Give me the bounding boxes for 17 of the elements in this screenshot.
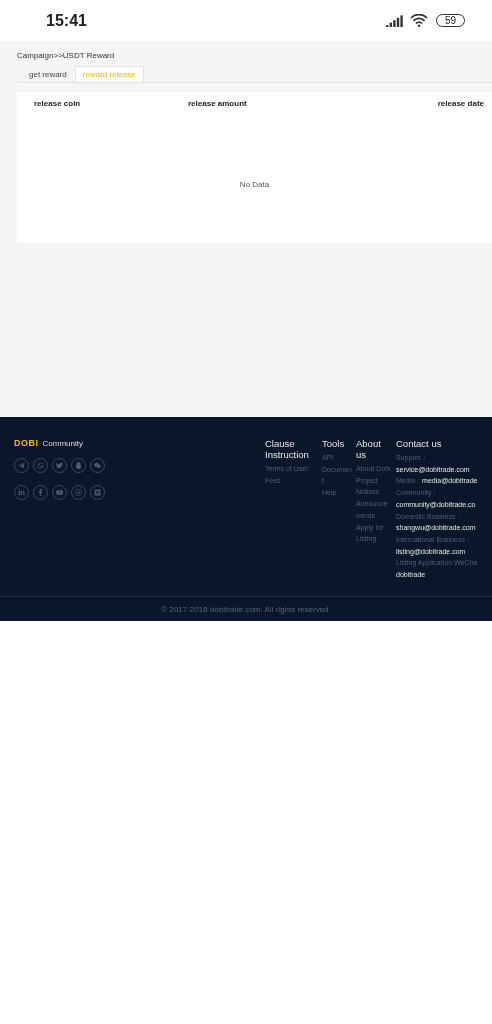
tab[interactable]: get reward — [21, 66, 75, 82]
footer-heading: Contact us — [396, 438, 443, 449]
clock-time: 15:41 — [46, 11, 88, 30]
signal-icon — [385, 14, 404, 27]
wifi-icon — [409, 14, 428, 27]
column-header: release date — [437, 99, 484, 108]
column-header: release amount — [188, 99, 248, 108]
breadcrumb[interactable]: Campaign>>USDT Reward — [17, 51, 115, 60]
logo: DOBI — [14, 438, 39, 448]
logo-caption: Community — [42, 438, 83, 448]
column-header: release coin — [34, 99, 82, 108]
footer-heading: Tools — [322, 438, 346, 449]
empty-message: No Data — [239, 180, 270, 189]
tab[interactable]: reward release — [74, 66, 144, 82]
footer-heading: About us — [356, 438, 382, 460]
copyright: © 2017-2018 dobitrade.com. All rights reserved. — [161, 604, 331, 614]
footer-heading: Clause Instruction — [265, 438, 310, 460]
